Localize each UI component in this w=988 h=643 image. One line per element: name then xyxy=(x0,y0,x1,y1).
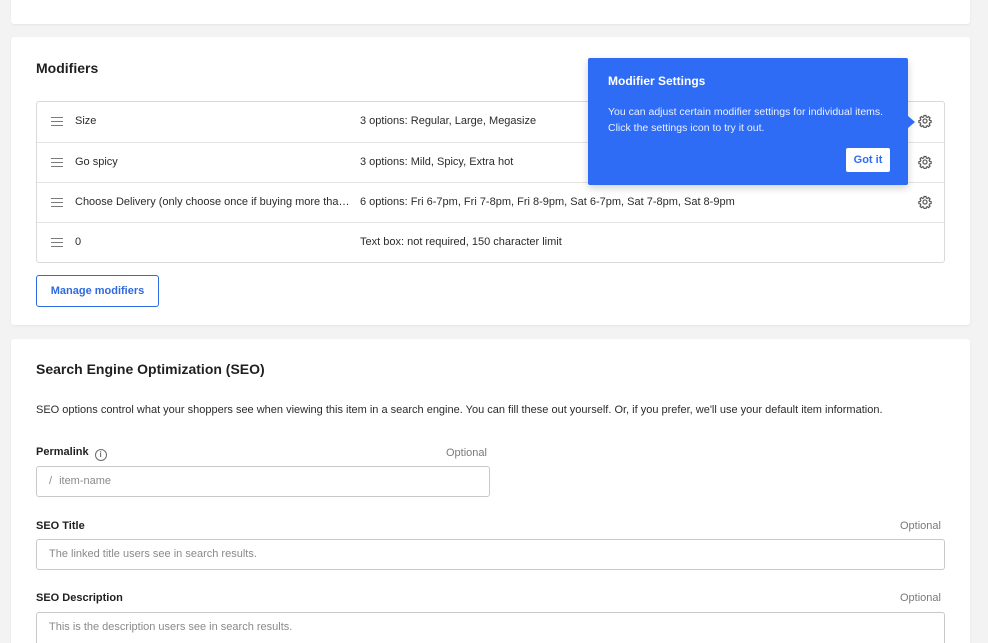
info-icon[interactable]: i xyxy=(94,449,107,461)
previous-section-card xyxy=(11,0,970,24)
drag-handle-icon[interactable] xyxy=(51,158,63,167)
seo-title: Search Engine Optimization (SEO) xyxy=(36,361,265,377)
modifier-settings-tooltip: Modifier Settings You can adjust certain… xyxy=(588,58,915,185)
seo-title-input[interactable]: The linked title users see in search res… xyxy=(36,539,945,570)
modifier-options: 3 options: Regular, Large, Megasize xyxy=(360,115,537,127)
drag-handle-icon[interactable] xyxy=(51,238,63,247)
seo-title-label: SEO Title xyxy=(36,520,85,532)
seo-description-text: SEO options control what your shoppers s… xyxy=(36,404,883,416)
tooltip-title: Modifier Settings xyxy=(608,74,706,88)
seo-description-placeholder: This is the description users see in sea… xyxy=(49,621,293,633)
modifier-name: Go spicy xyxy=(75,156,118,168)
permalink-label-text: Permalink xyxy=(36,446,89,458)
permalink-input[interactable]: / item-name xyxy=(36,466,490,497)
modifier-name: Size xyxy=(75,115,97,127)
modifier-name: 0 xyxy=(75,236,82,248)
permalink-placeholder: item-name xyxy=(59,475,112,487)
seo-description-input[interactable]: This is the description users see in sea… xyxy=(36,612,945,643)
seo-card: Search Engine Optimization (SEO) SEO opt… xyxy=(11,339,970,643)
permalink-label: Permalink i xyxy=(36,446,107,461)
manage-modifiers-button[interactable]: Manage modifiers xyxy=(36,275,159,307)
gear-icon[interactable] xyxy=(918,114,932,128)
modifiers-title: Modifiers xyxy=(36,60,99,76)
drag-handle-icon[interactable] xyxy=(51,198,63,207)
permalink-prefix: / xyxy=(49,475,53,487)
gear-icon[interactable] xyxy=(918,155,932,169)
modifier-name: Choose Delivery (only choose once if buy… xyxy=(75,196,355,208)
gear-icon[interactable] xyxy=(918,195,932,209)
seo-title-placeholder: The linked title users see in search res… xyxy=(49,548,257,560)
modifier-row-text-box[interactable]: 0 Text box: not required, 150 character … xyxy=(37,222,944,262)
modifier-options: 3 options: Mild, Spicy, Extra hot xyxy=(360,156,514,168)
seo-description-label: SEO Description xyxy=(36,592,123,604)
got-it-button[interactable]: Got it xyxy=(846,148,890,172)
modifier-options: 6 options: Fri 6-7pm, Fri 7-8pm, Fri 8-9… xyxy=(360,196,735,208)
seo-title-optional: Optional xyxy=(900,520,941,532)
modifier-row-choose-delivery[interactable]: Choose Delivery (only choose once if buy… xyxy=(37,182,944,222)
tooltip-arrow xyxy=(908,116,915,128)
seo-description-optional: Optional xyxy=(900,592,941,604)
modifier-options: Text box: not required, 150 character li… xyxy=(360,236,562,248)
drag-handle-icon[interactable] xyxy=(51,117,63,126)
permalink-optional: Optional xyxy=(446,447,487,459)
tooltip-body: You can adjust certain modifier settings… xyxy=(608,106,884,134)
